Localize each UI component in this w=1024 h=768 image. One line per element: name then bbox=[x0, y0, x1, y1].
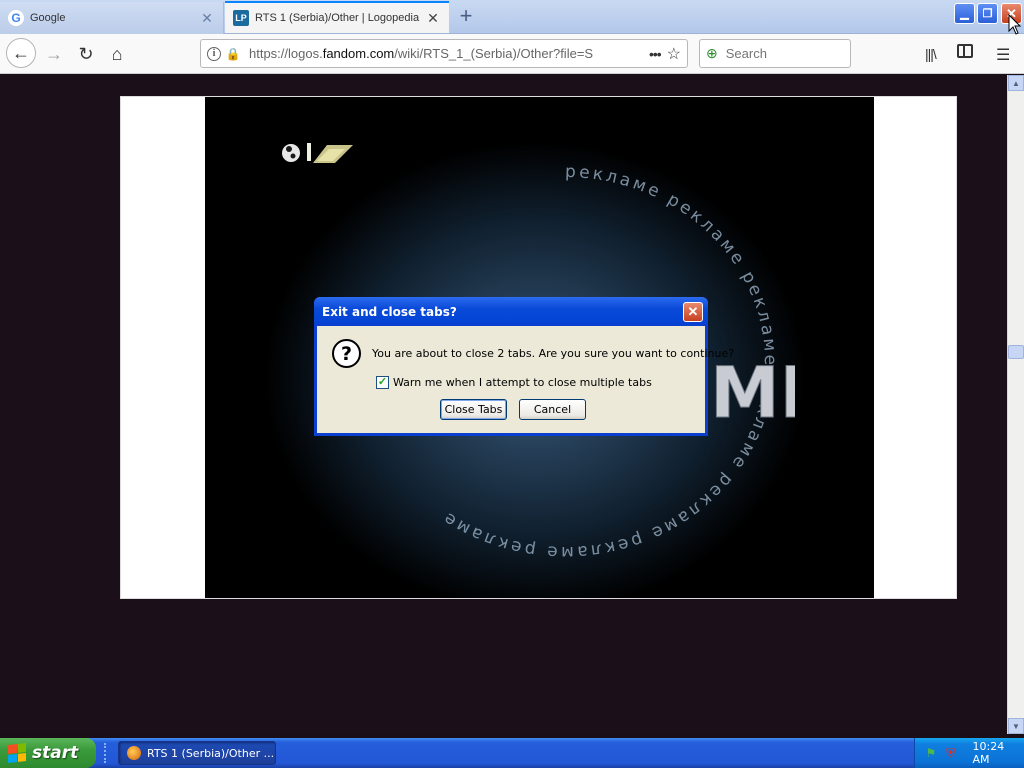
scrollbar-thumb[interactable] bbox=[1008, 345, 1024, 359]
back-button[interactable]: ← bbox=[6, 38, 36, 68]
start-button[interactable]: start bbox=[0, 738, 96, 768]
search-input[interactable] bbox=[725, 46, 836, 61]
home-button[interactable]: ⌂ bbox=[103, 40, 131, 68]
close-tab-icon[interactable]: ✕ bbox=[425, 10, 441, 26]
minimize-button[interactable]: ▁ bbox=[954, 3, 975, 24]
tab-logopedia[interactable]: LP RTS 1 (Serbia)/Other | Logopedia ✕ bbox=[225, 1, 449, 33]
url-text[interactable]: https://logos.fandom.com/wiki/RTS_1_(Ser… bbox=[249, 46, 643, 61]
windows-flag-icon bbox=[8, 743, 26, 763]
tab-strip: G Google ✕ LP RTS 1 (Serbia)/Other | Log… bbox=[0, 0, 1024, 34]
page-actions-icon[interactable]: ••• bbox=[649, 46, 662, 62]
tab-google[interactable]: G Google ✕ bbox=[0, 2, 224, 34]
restore-button[interactable]: ❐ bbox=[977, 3, 998, 24]
firefox-icon bbox=[127, 746, 141, 760]
close-tab-icon[interactable]: ✕ bbox=[199, 10, 215, 26]
mouse-cursor-icon bbox=[1008, 14, 1022, 35]
warn-checkbox-label[interactable]: Warn me when I attempt to close multiple… bbox=[393, 376, 652, 389]
search-bar[interactable]: ⊕ bbox=[699, 39, 851, 68]
url-path: /wiki/RTS_1_(Serbia)/Other?file=S bbox=[394, 46, 594, 61]
system-tray: ⚑ ⛨ 10:24 AM bbox=[914, 738, 1024, 768]
new-tab-button[interactable]: + bbox=[455, 5, 477, 28]
reload-button[interactable]: ↻ bbox=[72, 40, 100, 68]
bookmark-star-icon[interactable]: ☆ bbox=[667, 44, 681, 64]
google-favicon-icon: G bbox=[8, 10, 24, 26]
tab-title: Google bbox=[30, 12, 66, 24]
url-host: fandom.com bbox=[322, 46, 395, 61]
cancel-button[interactable]: Cancel bbox=[519, 399, 586, 420]
logopedia-favicon-icon: LP bbox=[233, 10, 249, 26]
taskbar-grip[interactable] bbox=[104, 743, 108, 763]
navigation-toolbar: ← → ↻ ⌂ i 🔒 https://logos.fandom.com/wik… bbox=[0, 34, 1024, 74]
url-prefix: https://logos. bbox=[249, 46, 323, 61]
site-info-icon[interactable]: i bbox=[207, 46, 221, 61]
dialog-title: Exit and close tabs? bbox=[322, 304, 457, 319]
security-shield-icon[interactable]: ⛨ bbox=[943, 745, 959, 761]
sidebar-toggle-icon[interactable] bbox=[957, 44, 973, 58]
scroll-down-arrow-icon[interactable]: ▼ bbox=[1008, 718, 1024, 734]
search-icon: ⊕ bbox=[706, 45, 718, 61]
dialog-titlebar[interactable]: Exit and close tabs? ✕ bbox=[314, 297, 708, 326]
scroll-up-arrow-icon[interactable]: ▲ bbox=[1008, 75, 1024, 91]
url-bar[interactable]: i 🔒 https://logos.fandom.com/wiki/RTS_1_… bbox=[200, 39, 688, 68]
dialog-message: You are about to close 2 tabs. Are you s… bbox=[372, 347, 735, 360]
lock-warning-icon[interactable]: 🔒 bbox=[225, 46, 241, 62]
warn-checkbox[interactable]: ✓ bbox=[376, 376, 389, 389]
taskbar-task-title: RTS 1 (Serbia)/Other ... bbox=[147, 746, 275, 760]
library-icon[interactable]: |||\ bbox=[925, 46, 937, 62]
clock[interactable]: 10:24 AM bbox=[973, 740, 1024, 766]
question-icon: ? bbox=[332, 339, 361, 368]
start-label: start bbox=[32, 743, 79, 763]
dialog-close-button[interactable]: ✕ bbox=[683, 302, 703, 322]
forward-button[interactable]: → bbox=[40, 40, 68, 68]
taskbar-task-firefox[interactable]: RTS 1 (Serbia)/Other ... bbox=[118, 741, 276, 765]
network-icon[interactable]: ⚑ bbox=[923, 745, 939, 761]
svg-text:ME: ME bbox=[710, 352, 795, 434]
close-tabs-button[interactable]: Close Tabs bbox=[440, 399, 507, 420]
tab-title: RTS 1 (Serbia)/Other | Logopedia bbox=[255, 12, 420, 24]
taskbar: start RTS 1 (Serbia)/Other ... ⚑ ⛨ 10:24… bbox=[0, 738, 1024, 768]
vertical-scrollbar[interactable]: ▲ ▼ bbox=[1007, 75, 1024, 734]
hamburger-menu-icon[interactable]: ☰ bbox=[996, 45, 1010, 65]
close-tabs-dialog: Exit and close tabs? ✕ ? You are about t… bbox=[314, 297, 734, 436]
